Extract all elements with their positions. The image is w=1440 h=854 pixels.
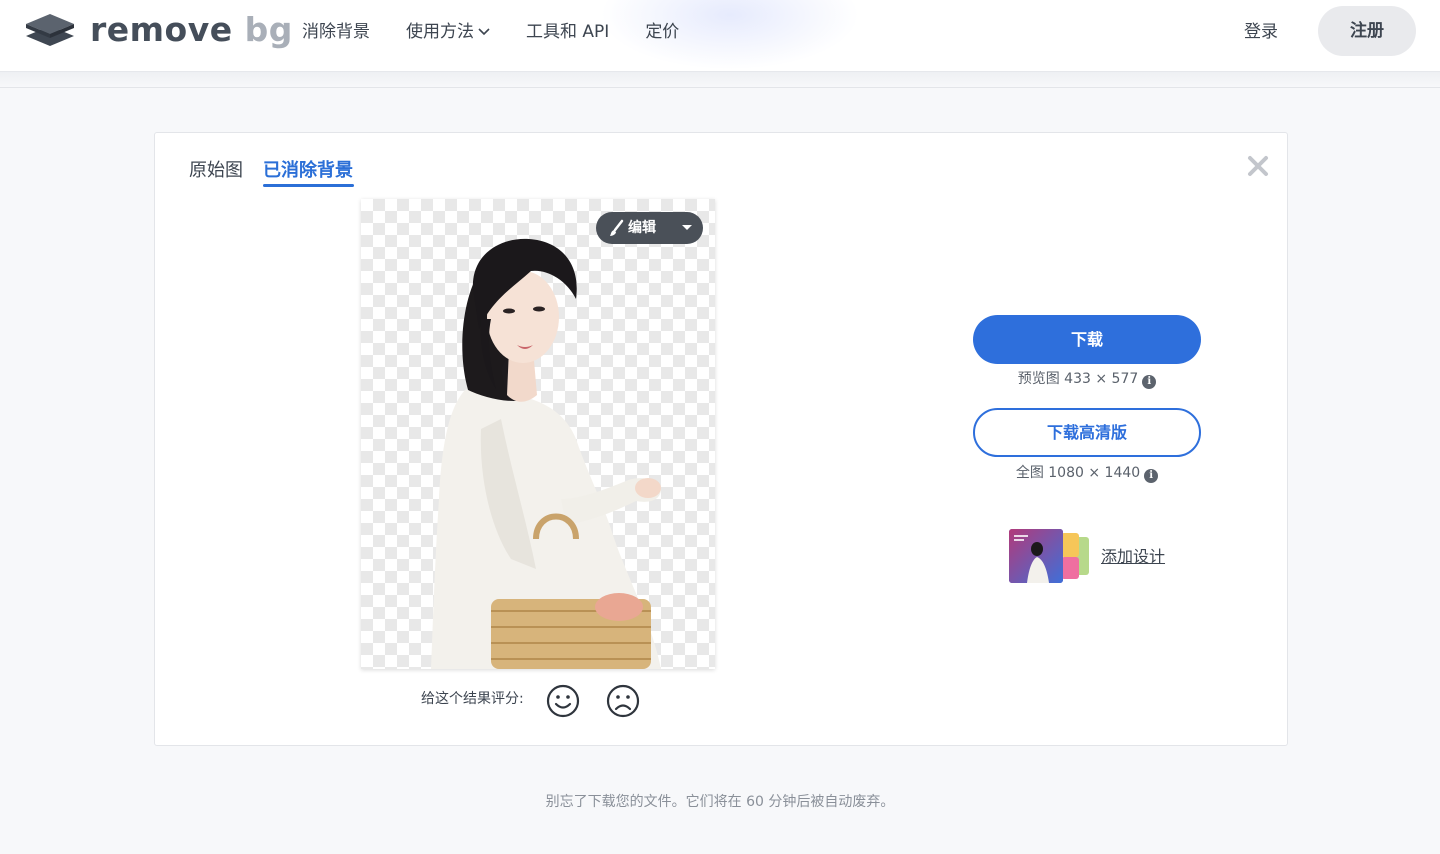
header-divider <box>0 72 1440 88</box>
frown-icon[interactable] <box>606 684 640 718</box>
rating-label: 给这个结果评分: <box>421 691 524 707</box>
result-preview-image[interactable] <box>361 199 715 669</box>
nav-pricing[interactable]: 定价 <box>645 18 679 46</box>
cutout-person-image <box>431 238 661 669</box>
nav-label: 消除背景 <box>302 22 370 42</box>
design-thumbnails[interactable] <box>1009 529 1093 585</box>
preview-size-info: 预览图 433 × 577 i <box>973 369 1201 389</box>
active-tab-indicator <box>263 184 354 187</box>
full-size-info: 全图 1080 × 1440 i <box>973 463 1201 483</box>
info-icon[interactable]: i <box>1144 469 1159 483</box>
edit-button[interactable]: 编辑 <box>596 212 703 244</box>
brush-icon <box>610 219 624 236</box>
smile-icon[interactable] <box>546 684 580 718</box>
edit-label: 编辑 <box>628 220 656 236</box>
logo-word-remove: remove <box>90 10 233 49</box>
download-hd-button[interactable]: 下载高清版 <box>973 408 1201 457</box>
close-icon[interactable] <box>1245 153 1271 179</box>
add-design-link[interactable]: 添加设计 <box>1101 547 1165 567</box>
tab-background-removed[interactable]: 已消除背景 <box>263 159 353 183</box>
chevron-down-icon <box>478 18 490 46</box>
info-icon[interactable]: i <box>1142 375 1157 389</box>
signup-button[interactable]: 注册 <box>1318 6 1416 56</box>
nav-label: 定价 <box>645 22 680 42</box>
main-nav: 消除背景 使用方法 工具和 API 定价 <box>302 18 679 46</box>
nav-label: 使用方法 <box>406 22 474 42</box>
logo-layers-icon <box>26 14 74 46</box>
login-link[interactable]: 登录 <box>1244 18 1278 46</box>
result-card: 原始图 已消除背景 编辑 给这个结果评分: 下载 预览图 433 × 577 i… <box>154 132 1288 746</box>
nav-how-to-use[interactable]: 使用方法 <box>406 18 490 46</box>
nav-remove-background[interactable]: 消除背景 <box>302 18 370 46</box>
nav-label: 工具和 API <box>526 22 610 42</box>
top-header: remove bg 消除背景 使用方法 工具和 API 定价 登录 注册 <box>0 0 1440 72</box>
removebg-logo[interactable]: remove bg <box>24 12 292 52</box>
file-expiry-note: 别忘了下载您的文件。它们将在 60 分钟后被自动废弃。 <box>545 794 895 810</box>
tab-original[interactable]: 原始图 <box>189 159 243 183</box>
download-button[interactable]: 下载 <box>973 315 1201 364</box>
preview-size-text: 预览图 433 × 577 <box>1017 371 1139 387</box>
caret-down-icon[interactable] <box>682 225 692 230</box>
logo-text: remove bg <box>90 12 293 52</box>
design-preview-icon <box>1009 529 1089 583</box>
full-size-text: 全图 1080 × 1440 <box>1015 465 1141 481</box>
nav-tools-api[interactable]: 工具和 API <box>526 18 609 46</box>
logo-word-bg: bg <box>244 10 293 49</box>
